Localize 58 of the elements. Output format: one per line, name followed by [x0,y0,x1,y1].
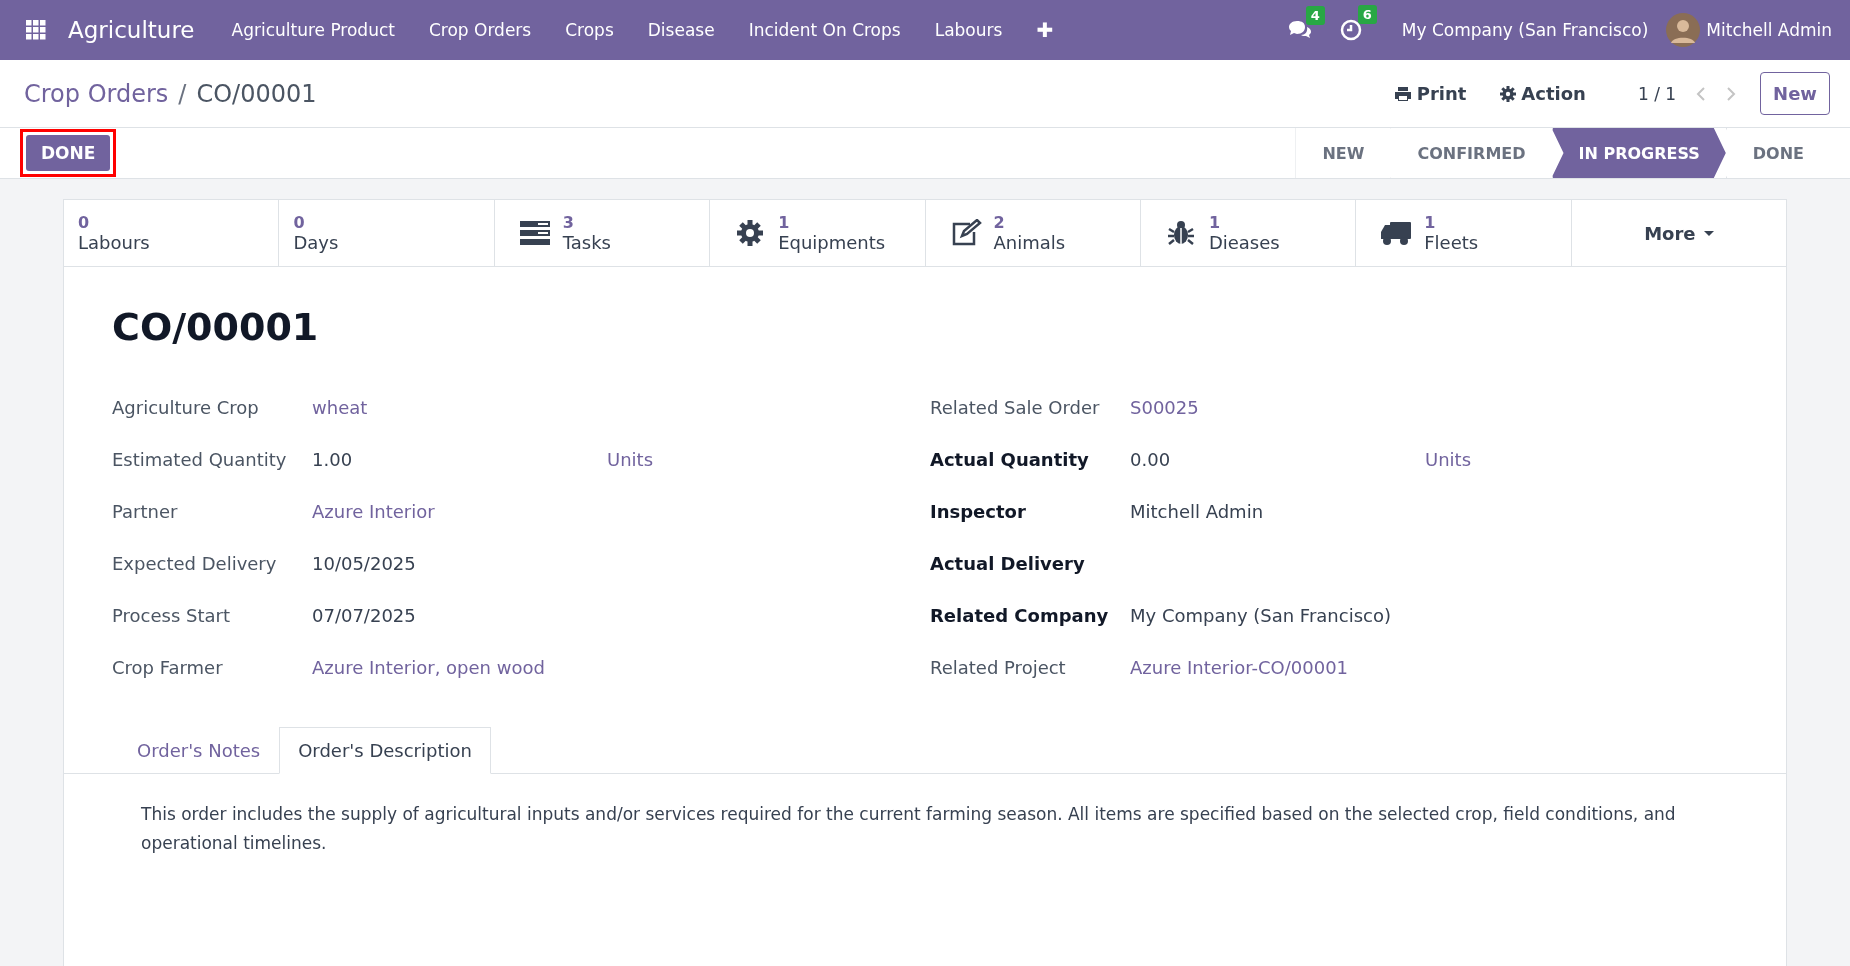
done-button[interactable]: DONE [26,135,111,171]
message-count-badge: 4 [1305,6,1325,25]
print-button[interactable]: Print [1387,82,1473,105]
field-value: Mitchell Admin [1130,500,1265,522]
field-link[interactable]: Azure Interior, open wood [312,656,607,678]
menu-item[interactable]: Disease [630,20,732,40]
field-label: Related Project [930,656,1067,678]
unit-link[interactable]: Units [1425,448,1472,470]
breadcrumb-current: CO/00001 [196,79,317,108]
field-label: Related Sale Order [930,396,1101,418]
status-stage[interactable]: IN PROGRESS [1551,128,1726,178]
app-name[interactable]: Agriculture [68,17,195,43]
notebook-tab[interactable]: Order's Description [279,727,491,774]
action-button[interactable]: Action [1494,82,1592,105]
field-label: Expected Delivery [112,552,278,574]
field-value: 07/07/2025 [312,604,417,626]
truck-icon [1380,219,1413,247]
field-value: 0.00 [1130,448,1172,470]
notebook-tab[interactable]: Order's Notes [118,727,280,774]
record-title: CO/00001 [112,305,320,349]
clock-icon[interactable] [1339,19,1362,41]
pager-counter: 1 / 1 [1637,83,1677,104]
user-name[interactable]: Mitchell Admin [1706,20,1832,40]
new-button[interactable]: New [1760,72,1830,115]
menu-item[interactable]: Crop Orders [411,20,549,40]
chat-icon[interactable] [1287,20,1312,40]
field-label: Partner [112,500,179,522]
field-label: Actual Delivery [930,552,1086,574]
field-link[interactable]: S00025 [1130,396,1425,418]
activity-count-badge: 6 [1357,5,1377,24]
add-menu-button[interactable]: ✚ [1019,18,1071,42]
field-value: 10/05/2025 [312,552,417,574]
breadcrumb-link[interactable]: Crop Orders [24,79,169,108]
list-icon [518,219,551,247]
gear-icon [1500,85,1517,102]
menu-item[interactable]: Labours [917,20,1020,40]
field-link[interactable]: Azure Interior-CO/00001 [1130,656,1425,678]
unit-link[interactable]: Units [607,448,654,470]
description-text: This order includes the supply of agricultural inputs and/or services required for the current farming season. All items are specified based on the selected crop, field conditions, and operational timelines. [141,803,1677,855]
breadcrumb-separator: / [178,79,187,108]
field-value: My Company (San Francisco) [1130,604,1392,626]
field-label: Estimated Quantity [112,448,288,470]
field-value: 1.00 [312,448,354,470]
menu-item[interactable]: Incident On Crops [731,20,918,40]
printer-icon [1393,85,1412,102]
user-avatar-icon[interactable] [1666,13,1701,47]
apps-grid-icon[interactable] [26,20,46,40]
field-label: Process Start [112,604,231,626]
field-label: Actual Quantity [930,448,1090,470]
menu-item[interactable]: Crops [548,20,631,40]
field-link[interactable]: wheat [312,396,607,418]
menu-item[interactable]: Agriculture Product [214,20,412,40]
field-label: Crop Farmer [112,656,224,678]
field-link[interactable]: Azure Interior [312,500,607,522]
field-label: Inspector [930,500,1027,522]
field-label: Agriculture Crop [112,396,260,418]
company-switcher[interactable]: My Company (San Francisco) [1401,20,1649,40]
field-label: Related Company [930,604,1110,626]
